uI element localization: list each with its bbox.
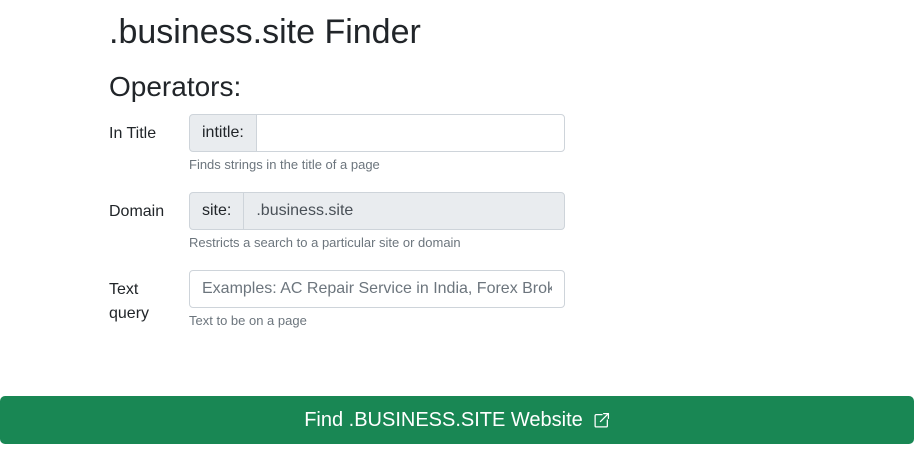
external-link-icon (593, 412, 610, 429)
page: .business.site Finder Operators: In Titl… (0, 0, 914, 465)
intitle-prefix: intitle: (189, 114, 257, 152)
domain-input-group: site: (189, 192, 565, 230)
intitle-input[interactable] (255, 114, 565, 152)
intitle-label: In Title (109, 125, 157, 142)
text-query-input[interactable] (189, 270, 565, 308)
find-website-button[interactable]: Find .BUSINESS.SITE Website (0, 396, 914, 444)
domain-prefix: site: (189, 192, 245, 230)
find-website-label: Find .BUSINESS.SITE Website (304, 408, 583, 431)
page-title: .business.site Finder (109, 13, 421, 51)
text-query-label: Text query (109, 281, 150, 322)
text-query-help: Text to be on a page (189, 313, 307, 328)
operators-heading: Operators: (109, 71, 242, 102)
domain-input (243, 192, 565, 230)
intitle-help: Finds strings in the title of a page (189, 157, 380, 172)
domain-label: Domain (109, 203, 165, 220)
text-query-input-group (189, 270, 565, 308)
domain-help: Restricts a search to a particular site … (189, 235, 461, 250)
intitle-input-group: intitle: (189, 114, 565, 152)
